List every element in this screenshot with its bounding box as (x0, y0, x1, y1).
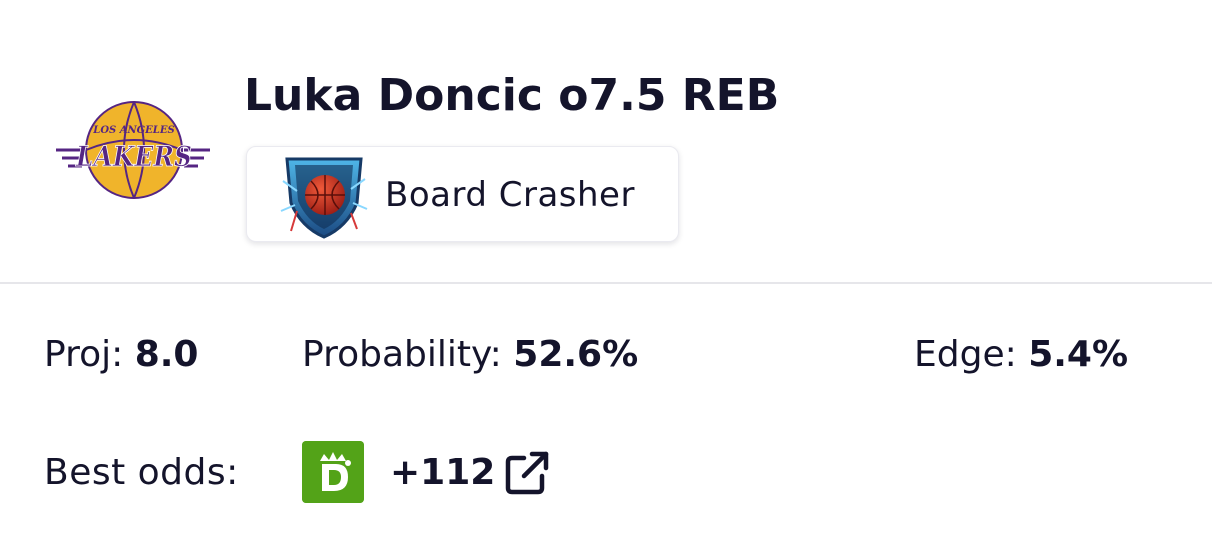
basketball-shield-icon (280, 157, 368, 239)
best-odds-label: Best odds: (44, 452, 239, 493)
badge-label: Board Crasher (385, 175, 635, 215)
proj-value: 8.0 (134, 334, 199, 375)
odds-value: +112 (390, 452, 496, 493)
external-link-icon[interactable] (504, 450, 550, 496)
badge-board-crasher[interactable]: Board Crasher (246, 146, 679, 242)
stat-projection: Proj: 8.0 (44, 331, 198, 379)
prop-title: Luka Doncic o7.5 REB (244, 70, 780, 121)
probability-value: 52.6% (513, 334, 639, 375)
draftkings-logo-icon[interactable] (302, 441, 364, 503)
edge-value: 5.4% (1028, 334, 1129, 375)
stat-edge: Edge: 5.4% (914, 331, 1128, 379)
stat-probability: Probability: 52.6% (302, 331, 638, 379)
proj-label: Proj: (44, 334, 124, 375)
logo-top-text: LOS ANGELES (92, 125, 174, 136)
lakers-logo-icon: LOS ANGELES LAKERS (56, 101, 210, 199)
probability-label: Probability: (302, 334, 502, 375)
logo-main-text: LAKERS (75, 140, 192, 173)
edge-label: Edge: (914, 334, 1017, 375)
divider (0, 282, 1212, 284)
